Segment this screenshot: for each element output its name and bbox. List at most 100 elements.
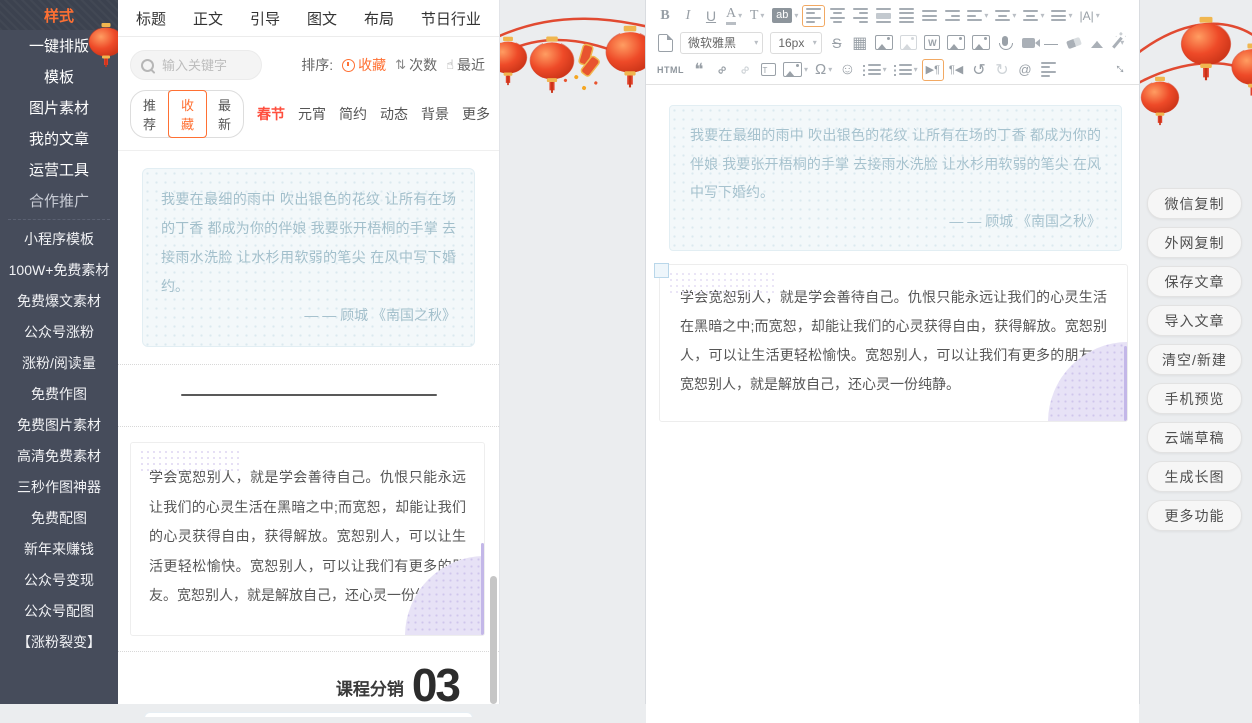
sort-by-recent[interactable]: ☝ 最近: [446, 55, 485, 75]
at-mention-button[interactable]: @: [1014, 59, 1036, 81]
font-family-select[interactable]: 微软雅黑▾: [680, 32, 763, 54]
line-height-button[interactable]: ▾: [1048, 5, 1075, 27]
clear-new-button[interactable]: 清空/新建: [1147, 344, 1242, 375]
external-copy-button[interactable]: 外网复制: [1147, 227, 1242, 258]
more-functions-button[interactable]: 更多功能: [1147, 500, 1242, 531]
sort-by-count[interactable]: ⇅ 次数: [395, 55, 437, 75]
blockquote-button[interactable]: ❝: [688, 59, 710, 81]
editor-paragraph-block[interactable]: 学会宽恕别人，就是学会善待自己。仇恨只能永远让我们的心灵生活在黑暗之中;而宽恕，…: [659, 264, 1128, 422]
panel-scrollbar-thumb[interactable]: [490, 576, 497, 704]
import-article-button[interactable]: 导入文章: [1147, 305, 1242, 336]
template-divider-card[interactable]: [118, 365, 499, 427]
editor-quote-block[interactable]: 我要在最细的雨中 吹出银色的花纹 让所有在场的丁香 都成为你的伴娘 我要张开梧桐…: [669, 105, 1122, 251]
block-selection-handle[interactable]: [654, 263, 669, 278]
sidebar-item-account-pics[interactable]: 公众号配图: [0, 595, 118, 626]
sidebar-item-operation-tools[interactable]: 运营工具: [0, 154, 118, 185]
rtl-paragraph-button[interactable]: ¶◀: [945, 59, 967, 81]
filter-simple[interactable]: 简约: [339, 104, 367, 124]
bold-button[interactable]: B: [654, 5, 676, 27]
align-right-button[interactable]: [849, 5, 871, 27]
sidebar-item-fans-reading[interactable]: 涨粉/阅读量: [0, 347, 118, 378]
sidebar-item-monetize[interactable]: 公众号变现: [0, 564, 118, 595]
sidebar-item-3sec-tool[interactable]: 三秒作图神器: [0, 471, 118, 502]
screenshot-button[interactable]: [969, 32, 993, 54]
underline-button[interactable]: U: [700, 5, 722, 27]
clear-format-button[interactable]: [1086, 32, 1108, 54]
tab-title[interactable]: 标题: [136, 8, 166, 29]
template-quote-card[interactable]: 我要在最细的雨中 吹出银色的花纹 让所有在场的丁香 都成为你的伴娘 我要张开梧桐…: [118, 151, 499, 365]
text-frame-button[interactable]: T: [757, 59, 779, 81]
sidebar-item-free-pics[interactable]: 免费配图: [0, 502, 118, 533]
sidebar-item-free-images[interactable]: 免费图片素材: [0, 409, 118, 440]
sidebar-item-100w-assets[interactable]: 100W+免费素材: [0, 254, 118, 285]
fullscreen-expand-icon[interactable]: ↔: [1110, 56, 1133, 79]
new-document-button[interactable]: [654, 32, 676, 54]
sidebar-item-fans-fission[interactable]: 【涨粉裂变】: [0, 626, 118, 657]
justify-full-button[interactable]: [918, 5, 940, 27]
eraser-button[interactable]: [1063, 32, 1085, 54]
strikethrough-button[interactable]: S: [826, 32, 848, 54]
video-button[interactable]: [1017, 32, 1039, 54]
letter-spacing-button[interactable]: |A|▾: [1076, 5, 1102, 27]
tab-guide[interactable]: 引导: [250, 8, 280, 29]
sidebar-item-templates[interactable]: 模板: [0, 61, 118, 92]
sidebar-item-styles[interactable]: 样式: [0, 0, 118, 30]
sort-by-favorite[interactable]: 收藏: [342, 55, 386, 75]
sidebar-item-image-assets[interactable]: 图片素材: [0, 92, 118, 123]
chip-newest[interactable]: 最新: [206, 91, 243, 137]
space-after-button[interactable]: ▾: [1020, 5, 1047, 27]
filter-dynamic[interactable]: 动态: [380, 104, 408, 124]
align-center-button[interactable]: [826, 5, 848, 27]
audio-button[interactable]: [994, 32, 1016, 54]
image-text-button[interactable]: [897, 32, 921, 54]
template-numbered-card[interactable]: 课程分销 03 全网返佣最高的课程分销，在线选择教育，复制文案/专属海报即可推广…: [118, 652, 499, 718]
horizontal-rule-button[interactable]: —: [1040, 32, 1062, 54]
sidebar-item-my-articles[interactable]: 我的文章: [0, 123, 118, 154]
redo-button[interactable]: ↻: [991, 59, 1013, 81]
filter-spring-festival[interactable]: 春节: [257, 104, 285, 124]
search-input[interactable]: [160, 57, 254, 74]
tab-festival[interactable]: 节日行业: [421, 8, 481, 29]
import-word-button[interactable]: W: [921, 32, 943, 54]
font-color-button[interactable]: A▾: [723, 5, 745, 27]
filter-background[interactable]: 背景: [421, 104, 449, 124]
phone-preview-button[interactable]: 手机预览: [1147, 383, 1242, 414]
justify-button[interactable]: [895, 5, 917, 27]
special-char-button[interactable]: Ω▾: [812, 59, 835, 81]
sidebar-item-newyear-money[interactable]: 新年来赚钱: [0, 533, 118, 564]
insert-gallery-button[interactable]: [944, 32, 968, 54]
save-article-button[interactable]: 保存文章: [1147, 266, 1242, 297]
text-style-button[interactable]: T▾: [746, 5, 768, 27]
indent-menu-button[interactable]: ▾: [964, 5, 991, 27]
remove-link-button[interactable]: ∞: [734, 59, 756, 81]
insert-table-button[interactable]: ▦: [849, 32, 871, 54]
align-block-button[interactable]: [872, 5, 894, 27]
template-paragraph-card[interactable]: 学会宽恕别人，就是学会善待自己。仇恨只能永远让我们的心灵生活在黑暗之中;而宽恕，…: [118, 427, 499, 652]
chip-favorite[interactable]: 收藏: [168, 90, 207, 138]
sidebar-item-free-drawing[interactable]: 免费作图: [0, 378, 118, 409]
sidebar-item-free-viral[interactable]: 免费爆文素材: [0, 285, 118, 316]
image-menu-button[interactable]: ▾: [780, 59, 811, 81]
cloud-draft-button[interactable]: 云端草稿: [1147, 422, 1242, 453]
undo-button[interactable]: ↺: [968, 59, 990, 81]
indent-button[interactable]: [941, 5, 963, 27]
tab-body[interactable]: 正文: [193, 8, 223, 29]
long-image-button[interactable]: 生成长图: [1147, 461, 1242, 492]
align-lines-button[interactable]: [1037, 59, 1059, 81]
italic-button[interactable]: I: [677, 5, 699, 27]
unordered-list-button[interactable]: ▾: [891, 59, 921, 81]
insert-image-button[interactable]: [872, 32, 896, 54]
sidebar-item-cooperation[interactable]: 合作推广: [0, 185, 118, 216]
sidebar-item-one-click-layout[interactable]: 一键排版: [0, 30, 118, 61]
font-size-select[interactable]: 16px▾: [770, 32, 821, 54]
editor-content[interactable]: 我要在最细的雨中 吹出银色的花纹 让所有在场的丁香 都成为你的伴娘 我要张开梧桐…: [646, 105, 1139, 723]
filter-lantern-festival[interactable]: 元宵: [298, 104, 326, 124]
wechat-copy-button[interactable]: 微信复制: [1147, 188, 1242, 219]
sidebar-item-miniprogram[interactable]: 小程序模板: [0, 223, 118, 254]
ltr-paragraph-button[interactable]: ▶¶: [922, 59, 944, 81]
filter-more[interactable]: 更多: [462, 104, 490, 124]
align-left-button[interactable]: [802, 5, 825, 27]
magic-wand-button[interactable]: ▾: [1109, 32, 1131, 54]
insert-link-button[interactable]: ∞: [711, 59, 733, 81]
tab-imagetext[interactable]: 图文: [307, 8, 337, 29]
